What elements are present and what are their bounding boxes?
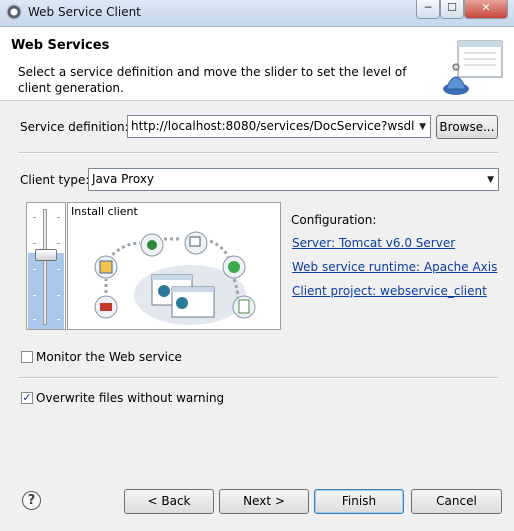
web-service-client-window: Web Service Client ─ ☐ ✕ Web Services Se… (0, 0, 514, 531)
monitor-label[interactable]: Monitor the Web service (36, 350, 182, 364)
dropdown-arrow-icon[interactable]: ▼ (487, 169, 494, 190)
service-definition-combo[interactable]: http://localhost:8080/services/DocServic… (127, 115, 431, 138)
wizard-banner-icon (443, 40, 503, 95)
finish-button[interactable]: Finish (314, 489, 404, 514)
overwrite-label[interactable]: Overwrite files without warning (36, 391, 224, 405)
client-type-value: Java Proxy (92, 172, 155, 186)
title-bar[interactable]: Web Service Client ─ ☐ ✕ (0, 0, 514, 27)
configuration-heading: Configuration: (291, 213, 377, 227)
wizard-header: Web Services Select a service definition… (0, 27, 514, 101)
client-type-label: Client type: (20, 173, 90, 187)
close-button[interactable]: ✕ (464, 0, 508, 19)
browse-button[interactable]: Browse... (436, 115, 498, 139)
separator (18, 377, 498, 379)
window-title: Web Service Client (28, 5, 141, 19)
page-description: Select a service definition and move the… (18, 65, 407, 95)
overwrite-checkbox[interactable]: ✓ (21, 392, 33, 404)
back-button[interactable]: < Back (124, 489, 214, 514)
lifecycle-diagram-icon (94, 231, 256, 325)
monitor-checkbox[interactable] (21, 351, 33, 363)
cancel-button[interactable]: Cancel (411, 489, 502, 514)
separator (18, 152, 498, 154)
client-type-select[interactable]: Java Proxy ▼ (88, 168, 499, 191)
minimize-button[interactable]: ─ (416, 0, 440, 19)
next-button[interactable]: Next > (219, 489, 309, 514)
help-icon[interactable]: ? (22, 491, 41, 510)
service-definition-value: http://localhost:8080/services/DocServic… (131, 119, 415, 133)
web-service-runtime-link[interactable]: Web service runtime: Apache Axis (292, 260, 497, 274)
slider-track[interactable] (43, 209, 47, 325)
server-link[interactable]: Server: Tomcat v6.0 Server (292, 236, 455, 250)
client-level-illustration: Install client (67, 202, 281, 330)
dropdown-arrow-icon[interactable]: ▼ (419, 116, 426, 137)
client-generation-slider[interactable] (26, 202, 66, 330)
client-project-link[interactable]: Client project: webservice_client (292, 284, 487, 298)
page-title: Web Services (11, 38, 110, 53)
app-icon (6, 4, 22, 20)
slider-thumb[interactable] (35, 249, 57, 261)
maximize-button[interactable]: ☐ (440, 0, 464, 19)
service-definition-label: Service definition: (20, 120, 129, 134)
